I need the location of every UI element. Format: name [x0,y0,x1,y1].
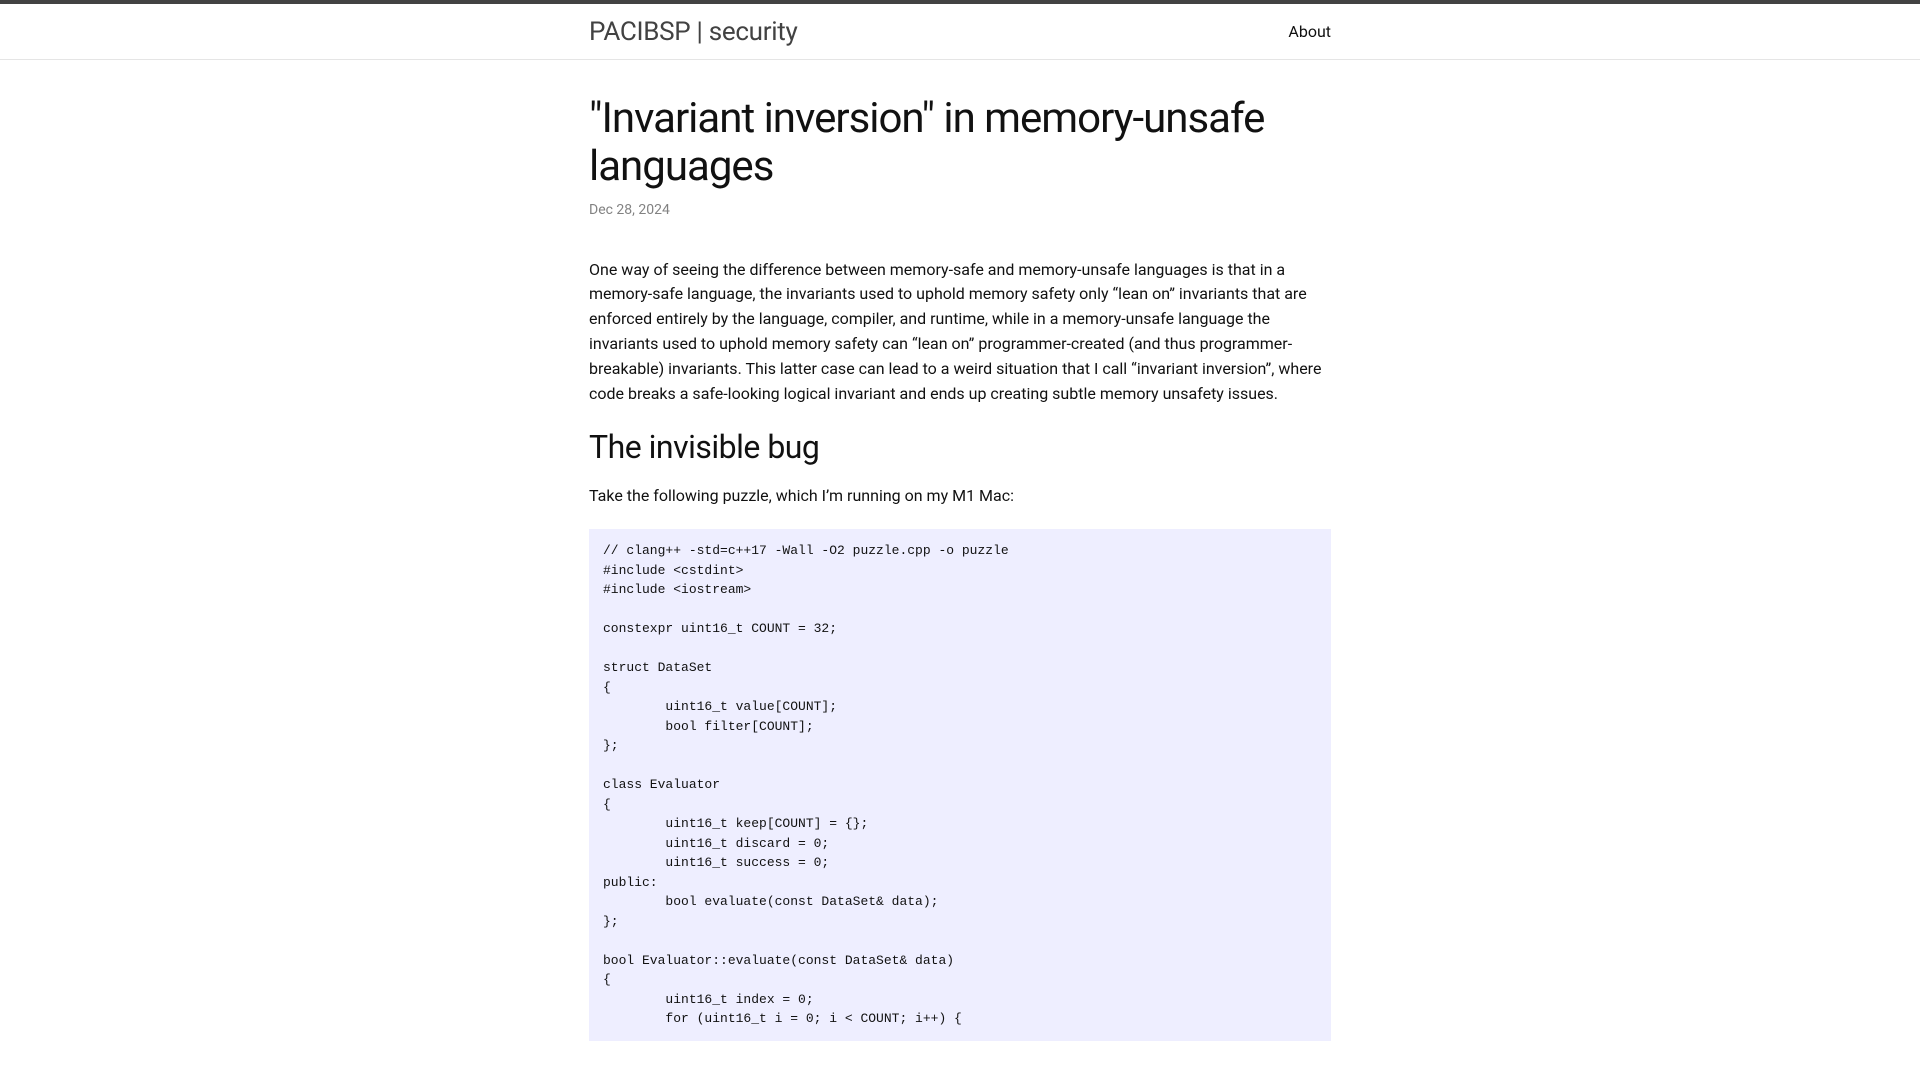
section-intro-paragraph: Take the following puzzle, which I’m run… [589,484,1331,509]
intro-paragraph: One way of seeing the difference between… [589,258,1331,407]
code-block: // clang++ -std=c++17 -Wall -O2 puzzle.c… [589,529,1331,1041]
site-title-link[interactable]: PACIBSP | security [589,17,797,47]
nav-about-link[interactable]: About [1288,22,1331,41]
post-title: "Invariant inversion" in memory-unsafe l… [589,95,1331,192]
post-body: One way of seeing the difference between… [589,258,1331,1041]
main-content: "Invariant inversion" in memory-unsafe l… [589,60,1331,1041]
post-date: Dec 28, 2024 [589,202,1331,218]
section-heading: The invisible bug [589,428,1331,466]
site-header: PACIBSP | security About [0,4,1920,60]
